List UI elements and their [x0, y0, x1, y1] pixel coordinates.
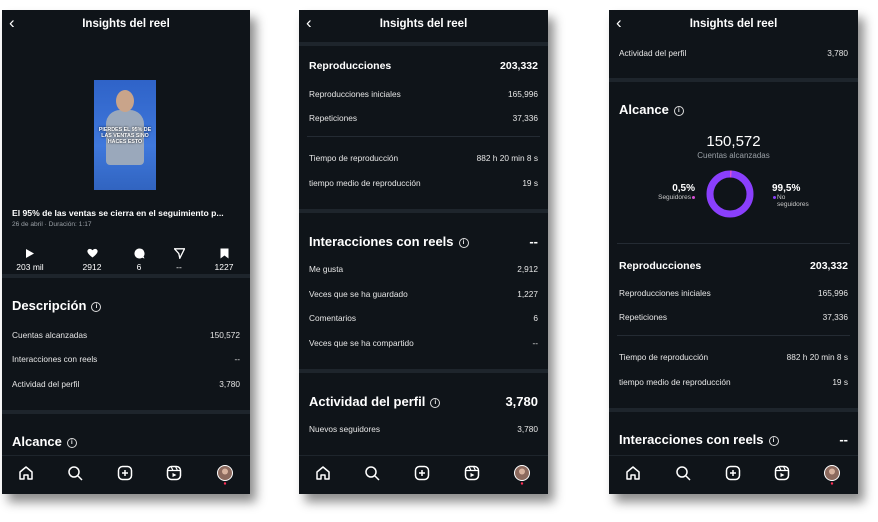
reel-headline: El 95% de las ventas se cierra en el seg…: [12, 208, 224, 218]
interacciones-header: Interacciones con reels i --: [619, 432, 848, 447]
bookmark-icon: [204, 248, 244, 260]
legend-dot: [773, 195, 776, 199]
stat-saves: 1227: [204, 248, 244, 272]
info-icon[interactable]: i: [768, 435, 779, 446]
avatar[interactable]: [216, 465, 236, 485]
thumbnail-person-head: [116, 90, 134, 112]
list-item: Repeticiones 37,336: [619, 312, 848, 322]
list-item: Actividad del perfil 3,780: [619, 48, 848, 58]
non-followers-stat: 99,5% No seguidores: [772, 183, 809, 208]
list-item: tiempo medio de reproducción 19 s: [309, 178, 538, 188]
plus-square-icon[interactable]: [414, 465, 434, 485]
legend-dot: [692, 195, 695, 199]
phone-screen-overview: ‹ Insights del reel PIERDES EL 95% DE LA…: [2, 10, 250, 494]
info-icon[interactable]: i: [458, 237, 469, 248]
reproducciones-header: Reproducciones 203,332: [619, 260, 848, 272]
interacciones-header: Interacciones con reels i --: [309, 234, 538, 249]
scroll-content[interactable]: PIERDES EL 95% DE LAS VENTAS SINO HACES …: [2, 38, 250, 456]
thumbnail-caption: PIERDES EL 95% DE LAS VENTAS SINO HACES …: [98, 127, 152, 145]
alcance-header: Alcance i: [619, 102, 848, 117]
list-item: Comentarios 6: [309, 313, 538, 323]
section-divider: [609, 78, 858, 82]
section-divider: [609, 408, 858, 412]
section-divider: [2, 274, 250, 278]
info-icon[interactable]: i: [66, 437, 77, 448]
share-icon: [159, 248, 199, 261]
list-item: Reproducciones iniciales 165,996: [619, 288, 848, 298]
list-item: Repeticiones 37,336: [309, 113, 538, 123]
stat-likes: 2912: [72, 248, 112, 272]
reach-donut-chart: [705, 169, 755, 219]
divider: [617, 335, 850, 336]
comment-icon: [119, 248, 159, 260]
scroll-content[interactable]: Reproducciones 203,332 Reproducciones ini…: [299, 38, 548, 456]
avatar[interactable]: [513, 465, 533, 485]
stat-plays: 203 mil: [10, 248, 50, 272]
home-icon[interactable]: [18, 465, 38, 485]
list-item: Actividad del perfil 3,780: [12, 379, 240, 389]
alcance-number: 150,572: [706, 133, 761, 150]
search-icon[interactable]: [67, 465, 87, 485]
section-divider: [299, 42, 548, 46]
descripcion-header: Descripción i: [12, 298, 240, 313]
list-item: Interacciones con reels --: [12, 354, 240, 364]
page-title: Insights del reel: [82, 18, 170, 30]
list-item: Cuentas alcanzadas 150,572: [12, 330, 240, 340]
divider: [617, 243, 850, 244]
reels-icon[interactable]: [166, 465, 186, 485]
list-item: Me gusta 2,912: [309, 264, 538, 274]
phone-screen-reach: ‹ Insights del reel Actividad del perfil…: [609, 10, 858, 494]
section-divider: [2, 410, 250, 414]
top-bar: ‹ Insights del reel: [2, 10, 250, 38]
info-icon[interactable]: i: [673, 105, 684, 116]
home-icon[interactable]: [315, 465, 335, 485]
list-item: Tiempo de reproducción 882 h 20 min 8 s: [619, 352, 848, 362]
top-bar: ‹ Insights del reel: [609, 10, 858, 38]
search-icon[interactable]: [364, 465, 384, 485]
bottom-nav: [299, 455, 548, 494]
search-icon[interactable]: [675, 465, 695, 485]
top-bar: ‹ Insights del reel: [299, 10, 548, 38]
info-icon[interactable]: i: [91, 301, 102, 312]
section-divider: [299, 369, 548, 373]
alcance-subtitle: Cuentas alcanzadas: [697, 151, 770, 160]
list-item: Veces que se ha compartido --: [309, 338, 538, 348]
plus-square-icon[interactable]: [725, 465, 745, 485]
plus-square-icon[interactable]: [117, 465, 137, 485]
info-icon[interactable]: i: [430, 397, 441, 408]
phone-screen-details: ‹ Insights del reel Reproducciones 203,33…: [299, 10, 548, 494]
list-item: Nuevos seguidores 3,780: [309, 424, 538, 434]
list-item: Tiempo de reproducción 882 h 20 min 8 s: [309, 153, 538, 163]
divider: [307, 136, 540, 137]
list-item: Reproducciones iniciales 165,996: [309, 89, 538, 99]
heart-icon: [72, 248, 112, 260]
scroll-content[interactable]: Actividad del perfil 3,780 Alcance i 150,5…: [609, 38, 858, 456]
stat-comments: 6: [119, 248, 159, 272]
bottom-nav: [2, 455, 250, 494]
followers-stat: 0,5% Seguidores: [658, 183, 695, 201]
reproducciones-header: Reproducciones 203,332: [309, 60, 538, 72]
list-item: Veces que se ha guardado 1,227: [309, 289, 538, 299]
stat-shares: --: [159, 248, 199, 272]
play-icon: [10, 248, 50, 260]
reel-meta: 26 de abril · Duración: 1:17: [12, 221, 92, 228]
alcance-header: Alcance i: [12, 434, 240, 449]
donut-non-followers: [706, 170, 754, 218]
section-divider: [299, 209, 548, 213]
actividad-header: Actividad del perfil i 3,780: [309, 394, 538, 409]
list-item: tiempo medio de reproducción 19 s: [619, 377, 848, 387]
avatar[interactable]: [823, 465, 843, 485]
reels-icon[interactable]: [464, 465, 484, 485]
bottom-nav: [609, 455, 858, 494]
reels-icon[interactable]: [774, 465, 794, 485]
home-icon[interactable]: [625, 465, 645, 485]
page-title: Insights del reel: [689, 18, 778, 30]
reel-thumbnail[interactable]: PIERDES EL 95% DE LAS VENTAS SINO HACES …: [94, 80, 156, 190]
page-title: Insights del reel: [379, 18, 468, 30]
